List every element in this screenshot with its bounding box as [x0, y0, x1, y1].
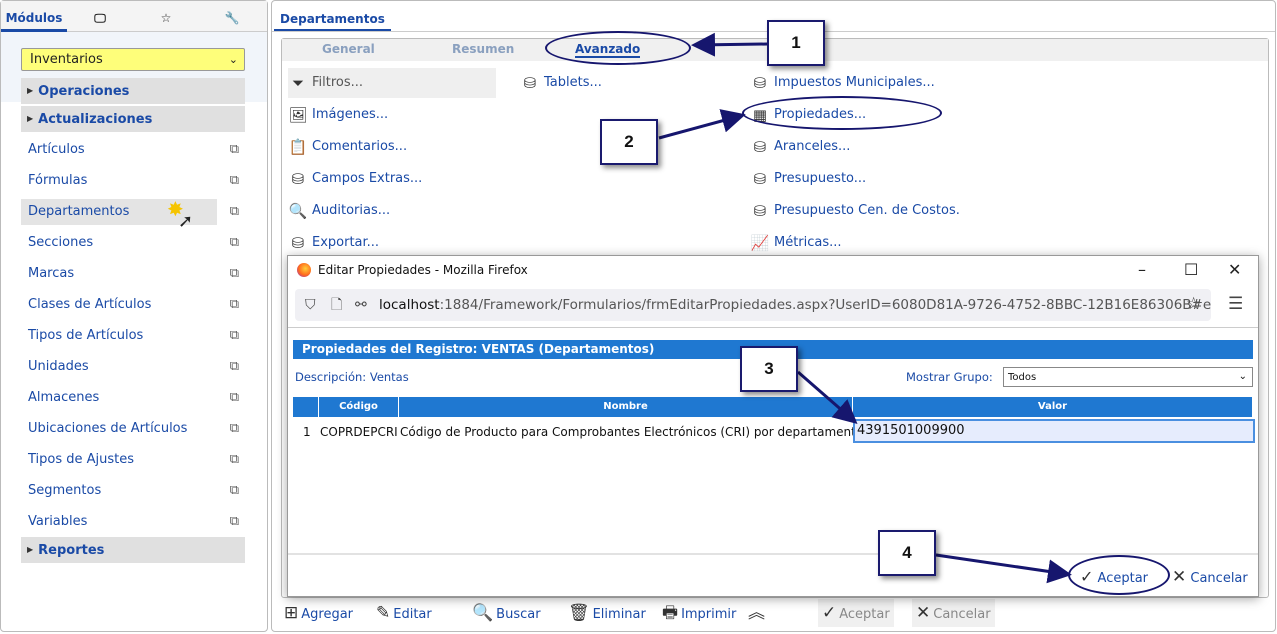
annotation-arrows	[658, 32, 1072, 584]
callout-4: 4	[878, 530, 936, 576]
arrow-2	[658, 109, 746, 140]
arrow-4	[935, 553, 1072, 584]
callout-3: 3	[740, 346, 798, 392]
callout-2: 2	[600, 119, 658, 165]
arrow-1	[691, 32, 768, 57]
callout-1: 1	[767, 20, 825, 66]
arrow-3	[797, 370, 858, 424]
